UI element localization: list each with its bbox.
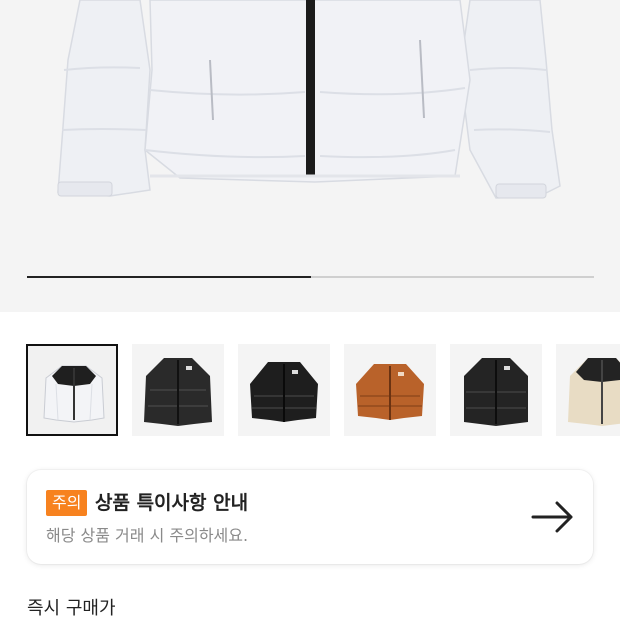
black-jacket-thumbnail [144, 358, 212, 426]
notice-badge: 주의 [46, 490, 88, 516]
thumbnail-item[interactable] [132, 344, 224, 436]
black-jacket-2-thumbnail [250, 362, 318, 422]
image-progress-track [27, 276, 594, 278]
white-black-jacket-thumbnail [43, 365, 105, 423]
brown-jacket-thumbnail [356, 364, 424, 420]
notice-title: 상품 특이사항 안내 [95, 492, 249, 514]
jacket-image [57, 0, 561, 199]
thumbnail-item[interactable] [344, 344, 436, 436]
thumbnail-item[interactable] [556, 344, 620, 436]
product-hero-image[interactable] [0, 0, 620, 312]
product-notice-card[interactable]: 주의 상품 특이사항 안내 해당 상품 거래 시 주의하세요. [27, 470, 593, 564]
thumbnail-item[interactable] [238, 344, 330, 436]
arrow-right-icon[interactable] [531, 499, 575, 535]
notice-subtitle: 해당 상품 거래 시 주의하세요. [46, 526, 249, 545]
thumbnail-strip[interactable] [26, 344, 620, 438]
black-jacket-3-thumbnail [464, 358, 528, 426]
instant-buy-price-label: 즉시 구매가 [27, 598, 116, 619]
thumbnail-item[interactable] [26, 344, 118, 436]
image-progress-fill [27, 276, 311, 278]
cream-black-jacket-thumbnail [568, 358, 620, 426]
thumbnail-item[interactable] [450, 344, 542, 436]
